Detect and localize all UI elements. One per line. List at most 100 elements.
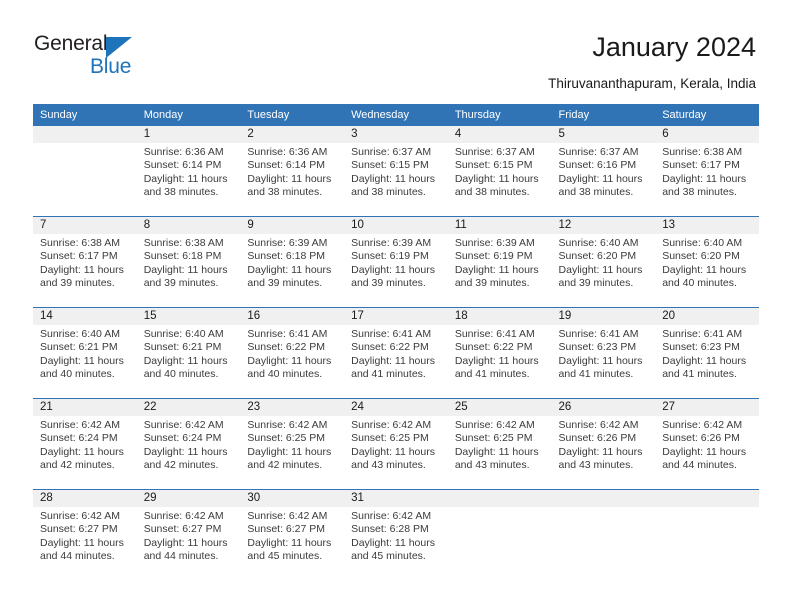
sunset-text: Sunset: 6:27 PM <box>40 523 118 536</box>
sunrise-text: Sunrise: 6:42 AM <box>247 510 328 522</box>
sunrise-text: Sunrise: 6:42 AM <box>351 510 432 522</box>
weekday-header-monday: Monday <box>136 104 241 126</box>
day-number: 27 <box>655 399 759 416</box>
sunrise-text: Sunrise: 6:40 AM <box>662 237 743 249</box>
day-number: 15 <box>136 308 241 325</box>
day-number: 7 <box>33 217 137 234</box>
calendar-day-cell[interactable]: 23 Sunrise: 6:42 AM Sunset: 6:25 PM Dayligh… <box>240 398 345 490</box>
calendar-day-cell[interactable]: 11 Sunrise: 6:39 AM Sunset: 6:19 PM Dayligh… <box>447 216 552 308</box>
daylight-text: Daylight: 11 hours and 45 minutes. <box>351 536 435 563</box>
calendar-day-cell[interactable]: 7 Sunrise: 6:38 AM Sunset: 6:17 PM Daylight… <box>33 216 137 308</box>
calendar-day-cell[interactable]: 6 Sunrise: 6:38 AM Sunset: 6:17 PM Daylight… <box>655 125 759 217</box>
brand-logo[interactable]: General Blue <box>34 32 164 84</box>
day-number: 25 <box>447 399 552 416</box>
sunset-text: Sunset: 6:25 PM <box>454 432 533 445</box>
weekday-header-wednesday: Wednesday <box>344 104 448 126</box>
daylight-text: Daylight: 11 hours and 45 minutes. <box>247 536 332 563</box>
day-details: Sunrise: 6:42 AM Sunset: 6:27 PM Daylight:… <box>240 507 344 564</box>
calendar-day-cell[interactable]: 19 Sunrise: 6:41 AM Sunset: 6:23 PM Dayligh… <box>551 307 656 399</box>
calendar-week-row: 7 Sunrise: 6:38 AM Sunset: 6:17 PM Daylight… <box>33 216 759 308</box>
calendar-page: General Blue January 2024 Thiruvananthap… <box>0 0 792 612</box>
calendar-day-cell[interactable]: 16 Sunrise: 6:41 AM Sunset: 6:22 PM Dayligh… <box>240 307 345 399</box>
day-details: Sunrise: 6:42 AM Sunset: 6:27 PM Daylight:… <box>33 507 137 564</box>
day-number: 13 <box>655 217 759 234</box>
daylight-text: Daylight: 11 hours and 39 minutes. <box>247 263 332 290</box>
calendar-day-cell[interactable]: 30 Sunrise: 6:42 AM Sunset: 6:27 PM Dayligh… <box>240 489 345 580</box>
day-number: 5 <box>551 126 656 143</box>
sunrise-text: Sunrise: 6:41 AM <box>454 328 535 340</box>
calendar-day-cell[interactable]: 22 Sunrise: 6:42 AM Sunset: 6:24 PM Dayligh… <box>136 398 241 490</box>
day-details: Sunrise: 6:41 AM Sunset: 6:22 PM Daylight:… <box>448 325 552 382</box>
day-number: 21 <box>33 399 137 416</box>
daylight-text: Daylight: 11 hours and 39 minutes. <box>143 263 228 290</box>
daylight-text: Daylight: 11 hours and 43 minutes. <box>351 445 435 472</box>
daylight-text: Daylight: 11 hours and 42 minutes. <box>143 445 228 472</box>
calendar-day-cell[interactable]: 12 Sunrise: 6:40 AM Sunset: 6:20 PM Dayligh… <box>551 216 656 308</box>
day-details: Sunrise: 6:40 AM Sunset: 6:21 PM Daylight:… <box>137 325 241 382</box>
calendar-day-cell[interactable]: 10 Sunrise: 6:39 AM Sunset: 6:19 PM Dayligh… <box>344 216 448 308</box>
sunset-text: Sunset: 6:24 PM <box>143 432 222 445</box>
weekday-header-saturday: Saturday <box>655 104 759 126</box>
calendar-day-cell[interactable]: 13 Sunrise: 6:40 AM Sunset: 6:20 PM Dayligh… <box>655 216 759 308</box>
daylight-text: Daylight: 11 hours and 42 minutes. <box>40 445 124 472</box>
calendar-day-cell[interactable]: 28 Sunrise: 6:42 AM Sunset: 6:27 PM Dayligh… <box>33 489 137 580</box>
sunrise-text: Sunrise: 6:37 AM <box>351 146 432 158</box>
day-details: Sunrise: 6:38 AM Sunset: 6:17 PM Daylight:… <box>33 234 137 291</box>
calendar-day-cell[interactable]: 31 Sunrise: 6:42 AM Sunset: 6:28 PM Dayligh… <box>344 489 448 580</box>
day-details: Sunrise: 6:42 AM Sunset: 6:24 PM Daylight:… <box>33 416 137 473</box>
calendar-day-cell[interactable]: 15 Sunrise: 6:40 AM Sunset: 6:21 PM Dayligh… <box>136 307 241 399</box>
calendar-day-cell[interactable]: 2 Sunrise: 6:36 AM Sunset: 6:14 PM Daylight… <box>240 125 345 217</box>
weekday-header-tuesday: Tuesday <box>240 104 345 126</box>
sunset-text: Sunset: 6:15 PM <box>351 159 429 172</box>
calendar-grid: Sunday Monday Tuesday Wednesday Thursday… <box>33 104 759 580</box>
daylight-text: Daylight: 11 hours and 41 minutes. <box>351 354 435 381</box>
day-details: Sunrise: 6:42 AM Sunset: 6:25 PM Daylight:… <box>240 416 344 473</box>
day-details: Sunrise: 6:42 AM Sunset: 6:26 PM Daylight:… <box>655 416 759 473</box>
calendar-day-cell[interactable]: 18 Sunrise: 6:41 AM Sunset: 6:22 PM Dayligh… <box>447 307 552 399</box>
day-number: 9 <box>240 217 345 234</box>
calendar-week-row: 21 Sunrise: 6:42 AM Sunset: 6:24 PM Dayligh… <box>33 398 759 490</box>
day-number: 24 <box>344 399 448 416</box>
daylight-text: Daylight: 11 hours and 39 minutes. <box>558 263 643 290</box>
sunset-text: Sunset: 6:23 PM <box>662 341 740 354</box>
calendar-day-cell[interactable]: 9 Sunrise: 6:39 AM Sunset: 6:18 PM Daylight… <box>240 216 345 308</box>
day-number: 4 <box>447 126 552 143</box>
sunset-text: Sunset: 6:20 PM <box>558 250 637 263</box>
day-number: 12 <box>551 217 656 234</box>
day-number: 16 <box>240 308 345 325</box>
daylight-text: Daylight: 11 hours and 41 minutes. <box>454 354 539 381</box>
calendar-day-cell[interactable]: 26 Sunrise: 6:42 AM Sunset: 6:26 PM Dayligh… <box>551 398 656 490</box>
day-details: Sunrise: 6:39 AM Sunset: 6:18 PM Daylight:… <box>240 234 344 291</box>
calendar-day-cell[interactable]: 25 Sunrise: 6:42 AM Sunset: 6:25 PM Dayligh… <box>447 398 552 490</box>
calendar-day-cell[interactable]: 20 Sunrise: 6:41 AM Sunset: 6:23 PM Dayligh… <box>655 307 759 399</box>
day-number: 31 <box>344 490 448 507</box>
calendar-day-cell[interactable]: 24 Sunrise: 6:42 AM Sunset: 6:25 PM Dayligh… <box>344 398 448 490</box>
sunset-text: Sunset: 6:25 PM <box>351 432 429 445</box>
calendar-day-cell[interactable]: 1 Sunrise: 6:36 AM Sunset: 6:14 PM Daylight… <box>136 125 241 217</box>
day-number: 19 <box>551 308 656 325</box>
sunset-text: Sunset: 6:16 PM <box>558 159 637 172</box>
calendar-day-cell[interactable]: 4 Sunrise: 6:37 AM Sunset: 6:15 PM Daylight… <box>447 125 552 217</box>
calendar-day-cell[interactable]: 5 Sunrise: 6:37 AM Sunset: 6:16 PM Daylight… <box>551 125 656 217</box>
daylight-text: Daylight: 11 hours and 41 minutes. <box>558 354 643 381</box>
calendar-body: 1 Sunrise: 6:36 AM Sunset: 6:14 PM Daylight… <box>33 125 759 580</box>
calendar-day-cell[interactable]: 8 Sunrise: 6:38 AM Sunset: 6:18 PM Daylight… <box>136 216 241 308</box>
calendar-day-cell[interactable]: 3 Sunrise: 6:37 AM Sunset: 6:15 PM Daylight… <box>344 125 448 217</box>
calendar-empty-cell <box>551 489 656 580</box>
calendar-empty-cell <box>33 125 137 217</box>
calendar-day-cell[interactable]: 29 Sunrise: 6:42 AM Sunset: 6:27 PM Dayligh… <box>136 489 241 580</box>
day-details: Sunrise: 6:42 AM Sunset: 6:27 PM Daylight:… <box>137 507 241 564</box>
calendar-day-cell[interactable]: 21 Sunrise: 6:42 AM Sunset: 6:24 PM Dayligh… <box>33 398 137 490</box>
day-number: 22 <box>136 399 241 416</box>
day-details: Sunrise: 6:39 AM Sunset: 6:19 PM Daylight:… <box>344 234 448 291</box>
day-number: 1 <box>136 126 241 143</box>
day-details: Sunrise: 6:40 AM Sunset: 6:20 PM Daylight:… <box>655 234 759 291</box>
sunrise-text: Sunrise: 6:40 AM <box>143 328 224 340</box>
calendar-day-cell[interactable]: 14 Sunrise: 6:40 AM Sunset: 6:21 PM Dayligh… <box>33 307 137 399</box>
sunrise-text: Sunrise: 6:37 AM <box>558 146 639 158</box>
calendar-day-cell[interactable]: 17 Sunrise: 6:41 AM Sunset: 6:22 PM Dayligh… <box>344 307 448 399</box>
sunrise-text: Sunrise: 6:42 AM <box>143 510 224 522</box>
calendar-day-cell[interactable]: 27 Sunrise: 6:42 AM Sunset: 6:26 PM Dayligh… <box>655 398 759 490</box>
daylight-text: Daylight: 11 hours and 38 minutes. <box>454 172 539 199</box>
day-number: 18 <box>447 308 552 325</box>
